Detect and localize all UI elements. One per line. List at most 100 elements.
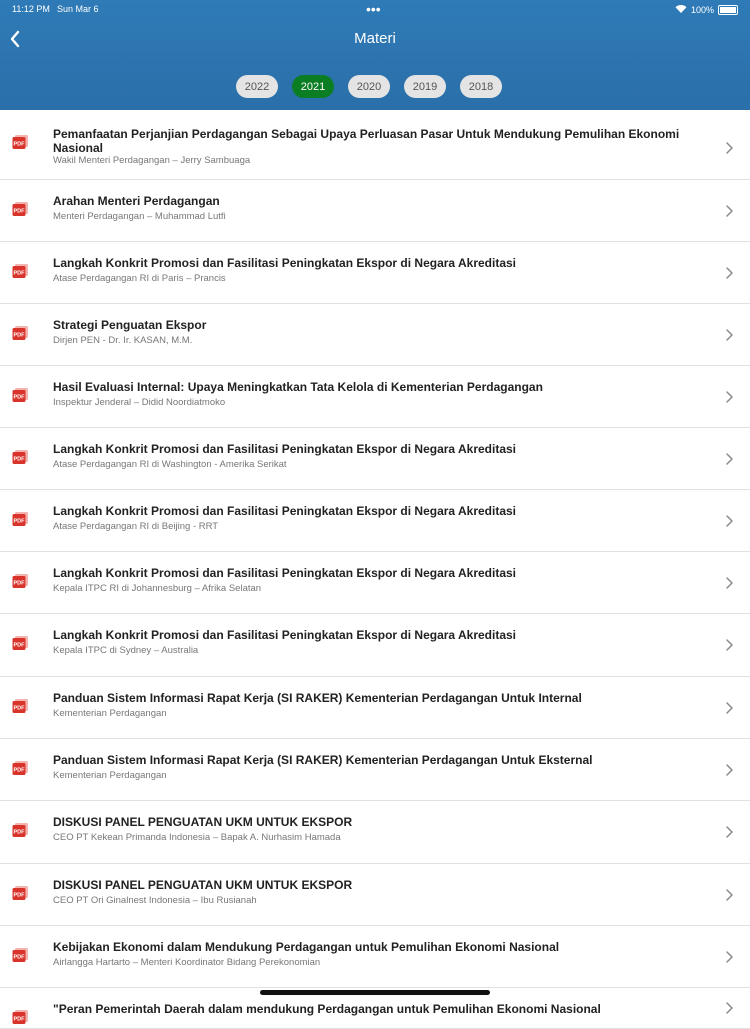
pdf-icon: PDF	[12, 202, 28, 216]
item-title: Panduan Sistem Informasi Rapat Kerja (SI…	[53, 691, 582, 705]
list-item[interactable]: PDF Langkah Konkrit Promosi dan Fasilitas…	[0, 614, 750, 677]
list-item[interactable]: PDF Arahan Menteri Perdagangan Menteri Per…	[0, 180, 750, 242]
home-indicator[interactable]	[260, 990, 490, 995]
chevron-right-icon	[726, 826, 733, 838]
status-bar: 11:12 PM Sun Mar 6 ••• 100%	[0, 1, 750, 18]
item-title: Panduan Sistem Informasi Rapat Kerja (SI…	[53, 753, 593, 767]
pdf-icon: PDF	[12, 948, 28, 962]
item-title: DISKUSI PANEL PENGUATAN UKM UNTUK EKSPOR	[53, 878, 353, 892]
svg-text:PDF: PDF	[14, 519, 26, 525]
svg-text:PDF: PDF	[14, 581, 26, 587]
pdf-icon: PDF	[12, 823, 28, 837]
svg-text:PDF: PDF	[14, 271, 26, 277]
battery-icon	[718, 5, 738, 15]
list-item[interactable]: PDF Strategi Penguatan Ekspor Dirjen PEN -…	[0, 304, 750, 366]
wifi-icon	[675, 4, 687, 16]
chevron-right-icon	[726, 950, 733, 963]
pdf-icon: PDF	[12, 636, 28, 650]
status-time: 11:12 PM	[12, 4, 50, 14]
chevron-right-icon	[726, 266, 733, 279]
svg-text:PDF: PDF	[14, 1017, 26, 1023]
item-subtitle: Inspektur Jenderal – Didid Noordiatmoko	[53, 397, 226, 408]
list-item[interactable]: PDF Langkah Konkrit Promosi dan Fasilitas…	[0, 552, 750, 614]
pdf-icon: PDF	[12, 264, 28, 278]
item-subtitle: Kementerian Perdagangan	[53, 770, 167, 781]
pdf-icon: PDF	[12, 699, 28, 713]
list-item[interactable]: PDF Langkah Konkrit Promosi dan Fasilitas…	[0, 490, 750, 552]
chevron-right-icon	[726, 390, 733, 403]
list-item[interactable]: PDF Pemanfaatan Perjanjian Perdagangan Se…	[0, 115, 750, 180]
pdf-icon: PDF	[12, 450, 28, 464]
item-title: Hasil Evaluasi Internal: Upaya Meningkat…	[53, 380, 543, 394]
item-title: Langkah Konkrit Promosi dan Fasilitasi P…	[53, 504, 517, 518]
item-subtitle: Dirjen PEN - Dr. Ir. KASAN, M.M.	[53, 335, 193, 346]
item-subtitle: Atase Perdagangan RI di Washington - Ame…	[53, 459, 287, 470]
svg-text:PDF: PDF	[14, 209, 26, 215]
item-title: Kebijakan Ekonomi dalam Mendukung Perdag…	[53, 940, 560, 954]
list-item[interactable]: PDF DISKUSI PANEL PENGUATAN UKM UNTUK EKS…	[0, 801, 750, 864]
svg-text:PDF: PDF	[14, 955, 26, 961]
svg-text:PDF: PDF	[14, 768, 26, 774]
item-subtitle: Kepala ITPC di Sydney – Australia	[53, 645, 199, 656]
item-subtitle: Kementerian Perdagangan	[53, 708, 167, 719]
chevron-right-icon	[726, 639, 733, 651]
pdf-icon: PDF	[12, 388, 28, 402]
chevron-right-icon	[726, 763, 733, 776]
tab-year-2022[interactable]: 2022	[236, 75, 278, 98]
item-title: Pemanfaatan Perjanjian Perdagangan Sebag…	[53, 127, 680, 155]
navigation-header: 11:12 PM Sun Mar 6 ••• 100% Materi 2022 2…	[0, 0, 750, 110]
item-title: "Peran Pemerintah Daerah dalam mendukung…	[53, 1002, 601, 1016]
pdf-icon: PDF	[12, 1010, 28, 1024]
svg-text:PDF: PDF	[14, 457, 26, 463]
pdf-icon: PDF	[12, 512, 28, 526]
svg-text:PDF: PDF	[14, 893, 26, 899]
pdf-icon: PDF	[12, 135, 28, 149]
chevron-right-icon	[726, 701, 733, 714]
svg-text:PDF: PDF	[14, 643, 26, 649]
item-subtitle: CEO PT Ori Ginalnest Indonesia – Ibu Rus…	[53, 895, 257, 906]
item-title: Arahan Menteri Perdagangan	[53, 194, 220, 208]
item-subtitle: Wakil Menteri Perdagangan – Jerry Sambua…	[53, 155, 251, 166]
item-subtitle: Kepala ITPC RI di Johannesburg – Afrika …	[53, 583, 262, 594]
chevron-right-icon	[726, 142, 733, 154]
item-title: Langkah Konkrit Promosi dan Fasilitasi P…	[53, 256, 517, 270]
chevron-right-icon	[726, 1002, 733, 1014]
item-title: Langkah Konkrit Promosi dan Fasilitasi P…	[53, 442, 517, 456]
item-subtitle: Airlangga Hartarto – Menteri Koordinator…	[53, 957, 321, 968]
chevron-right-icon	[726, 204, 733, 217]
list-item[interactable]: PDF Panduan Sistem Informasi Rapat Kerja …	[0, 739, 750, 801]
list-item[interactable]: PDF Kebijakan Ekonomi dalam Mendukung Per…	[0, 926, 750, 988]
item-subtitle: Menteri Perdagangan – Muhammad Lutfi	[53, 211, 226, 222]
tab-year-2021[interactable]: 2021	[292, 75, 334, 98]
year-tabs: 2022 2021 2020 2019 2018	[236, 75, 502, 98]
item-title: Langkah Konkrit Promosi dan Fasilitasi P…	[53, 566, 517, 580]
svg-text:PDF: PDF	[14, 142, 26, 148]
svg-text:PDF: PDF	[14, 333, 26, 339]
item-title: Strategi Penguatan Ekspor	[53, 318, 207, 332]
list-item[interactable]: PDF Langkah Konkrit Promosi dan Fasilitas…	[0, 428, 750, 490]
item-title: DISKUSI PANEL PENGUATAN UKM UNTUK EKSPOR	[53, 815, 353, 829]
multitasking-dots-icon[interactable]: •••	[366, 1, 381, 17]
chevron-right-icon	[726, 452, 733, 465]
chevron-right-icon	[726, 328, 733, 341]
status-right: 100%	[675, 4, 738, 16]
tab-year-2019[interactable]: 2019	[404, 75, 446, 98]
item-subtitle: Atase Perdagangan RI di Paris – Prancis	[53, 273, 226, 284]
pdf-icon: PDF	[12, 574, 28, 588]
list-item[interactable]: PDF DISKUSI PANEL PENGUATAN UKM UNTUK EKS…	[0, 864, 750, 926]
svg-text:PDF: PDF	[14, 395, 26, 401]
item-subtitle: CEO PT Kekean Primanda Indonesia – Bapak…	[53, 832, 341, 843]
list-item[interactable]: PDF Panduan Sistem Informasi Rapat Kerja …	[0, 677, 750, 739]
status-date: Sun Mar 6	[57, 4, 99, 14]
materi-list: PDF Pemanfaatan Perjanjian Perdagangan Se…	[0, 115, 750, 1029]
item-title: Langkah Konkrit Promosi dan Fasilitasi P…	[53, 628, 517, 642]
tab-year-2020[interactable]: 2020	[348, 75, 390, 98]
list-item[interactable]: PDF Langkah Konkrit Promosi dan Fasilitas…	[0, 242, 750, 304]
item-subtitle: Atase Perdagangan RI di Beijing - RRT	[53, 521, 219, 532]
list-item[interactable]: PDF Hasil Evaluasi Internal: Upaya Mening…	[0, 366, 750, 428]
pdf-icon: PDF	[12, 761, 28, 775]
pdf-icon: PDF	[12, 886, 28, 900]
tab-year-2018[interactable]: 2018	[460, 75, 502, 98]
battery-percent: 100%	[690, 5, 714, 15]
chevron-right-icon	[726, 576, 733, 589]
